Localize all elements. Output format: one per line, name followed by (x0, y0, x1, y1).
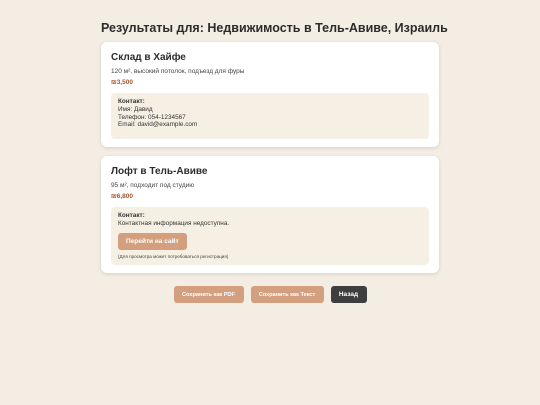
page-title: Результаты для: Недвижимость в Тель-Авив… (101, 21, 448, 35)
listing-description: 120 м², высокий потолок, подъезд для фур… (111, 68, 245, 75)
listing-price: ₪6,800 (111, 193, 134, 200)
listing-title: Склад в Хайфе (111, 52, 186, 63)
contact-box: Контакт: Контактная информация недоступн… (111, 207, 429, 266)
save-pdf-button[interactable]: Сохранить как PDF (173, 286, 244, 303)
contact-unavailable: Контактная информация недоступна. (118, 219, 230, 227)
listing-title: Лофт в Тель-Авиве (111, 166, 208, 177)
listing-description: 95 м², подходит под студию (111, 182, 195, 189)
contact-heading: Контакт: (118, 98, 145, 105)
save-text-button[interactable]: Сохранить как Текст (250, 286, 324, 303)
contact-name: Имя: Давид (118, 105, 153, 113)
contact-heading: Контакт: (118, 212, 145, 219)
registration-note: (Для просмотра может потребоваться регис… (118, 253, 229, 259)
action-bar: Сохранить как PDF Сохранить как Текст На… (0, 286, 540, 303)
back-button[interactable]: Назад (330, 286, 367, 303)
results-page: Результаты для: Недвижимость в Тель-Авив… (0, 0, 540, 405)
listing-card: Склад в Хайфе 120 м², высокий потолок, п… (101, 42, 439, 147)
listing-card: Лофт в Тель-Авиве 95 м², подходит под ст… (101, 156, 439, 273)
contact-box: Контакт: Имя: Давид Телефон: 054-1234567… (111, 93, 429, 139)
contact-email: Email: david@example.com (118, 121, 198, 129)
visit-site-button[interactable]: Перейти на сайт (118, 232, 187, 250)
listing-price: ₪3,500 (111, 79, 134, 86)
contact-phone: Телефон: 054-1234567 (118, 113, 186, 121)
